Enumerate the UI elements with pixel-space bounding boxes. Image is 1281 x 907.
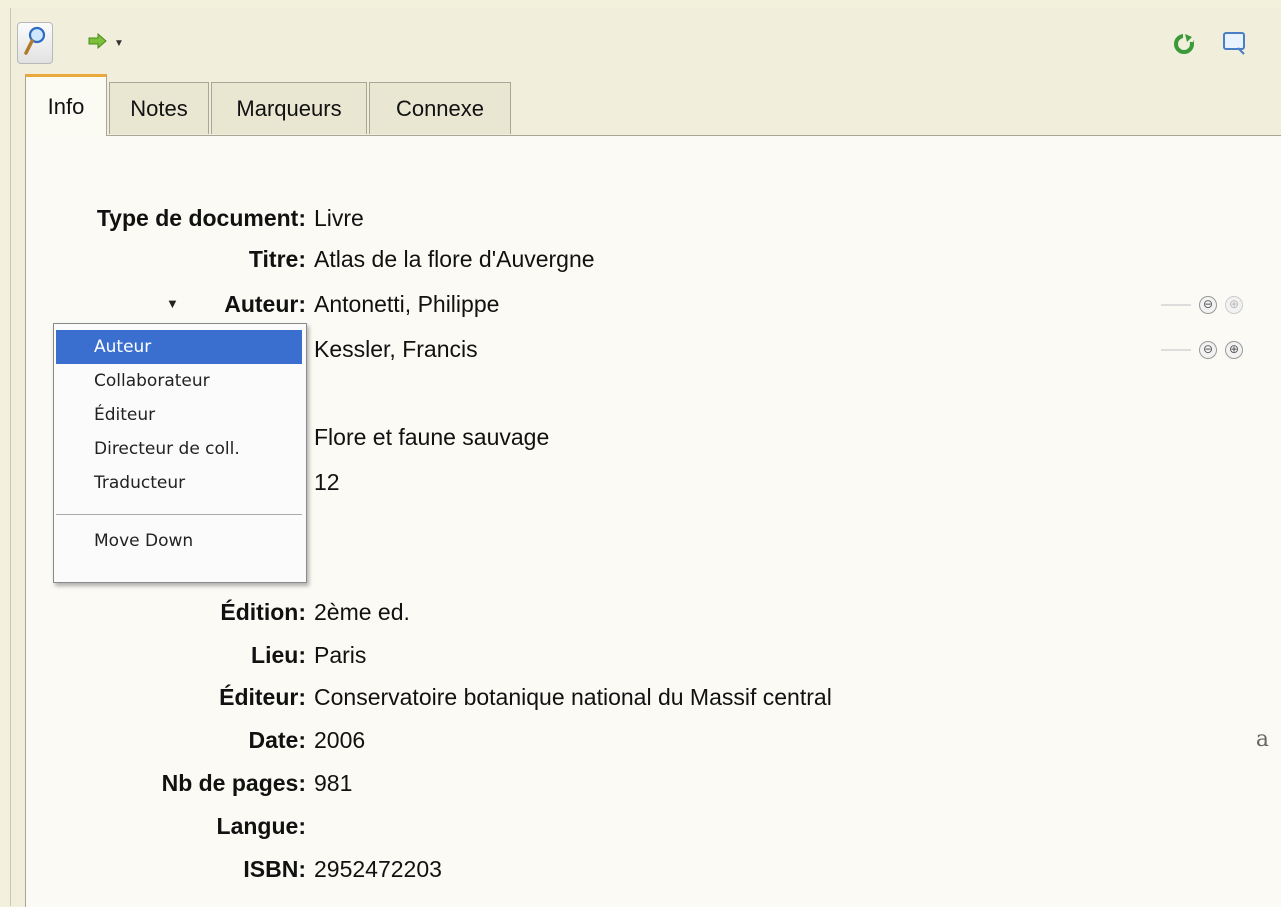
- refresh-button[interactable]: [1168, 30, 1200, 62]
- field-label: Titre:: [248, 246, 306, 272]
- add-author-button[interactable]: ⊕: [1225, 341, 1243, 359]
- menu-item-move-down[interactable]: Move Down: [56, 524, 302, 558]
- field-row-author-1: ▼ Auteur: Antonetti, Philippe ⊖ ⊕: [26, 284, 1281, 324]
- go-button[interactable]: ▼: [81, 30, 131, 56]
- search-button[interactable]: [17, 22, 53, 64]
- divider: [1161, 349, 1191, 351]
- divider: [1161, 304, 1191, 306]
- green-refresh-icon: [1173, 32, 1195, 60]
- field-label: Nb de pages:: [161, 770, 306, 796]
- field-label: Éditeur:: [219, 684, 306, 710]
- field-label: Édition:: [220, 599, 306, 625]
- remove-author-button[interactable]: ⊖: [1199, 341, 1217, 359]
- screen-icon: [1222, 30, 1248, 61]
- field-value-series-number[interactable]: 12: [314, 462, 340, 502]
- magnifier-icon: [23, 26, 47, 61]
- tab-notes[interactable]: Notes: [109, 82, 209, 134]
- field-value-isbn[interactable]: 2952472203: [314, 849, 442, 889]
- tab-info[interactable]: Info: [25, 74, 107, 136]
- field-value-series[interactable]: Flore et faune sauvage: [314, 417, 549, 457]
- author-1-buttons: ⊖ ⊕: [1161, 296, 1243, 314]
- add-author-button[interactable]: ⊕: [1225, 296, 1243, 314]
- date-format-icon[interactable]: a: [1256, 720, 1269, 760]
- field-value-date[interactable]: 2006: [314, 720, 365, 760]
- tab-connexe[interactable]: Connexe: [369, 82, 511, 134]
- field-value-edition[interactable]: 2ème ed.: [314, 592, 410, 632]
- field-value-title[interactable]: Atlas de la flore d'Auvergne: [314, 239, 595, 279]
- green-arrow-icon: [88, 32, 108, 54]
- field-row-date: Date: 2006 a: [26, 720, 1281, 760]
- screen-button[interactable]: [1217, 28, 1253, 62]
- field-label: Lieu:: [251, 642, 306, 668]
- field-label: Date:: [248, 727, 306, 753]
- field-label: ISBN:: [243, 856, 306, 882]
- app-window: ▼ Info Notes Marqueurs Connexe Type de d…: [10, 8, 1281, 907]
- chevron-down-icon: ▼: [114, 37, 124, 49]
- field-value-pages[interactable]: 981: [314, 763, 352, 803]
- menu-item-directeur[interactable]: Directeur de coll.: [56, 432, 302, 466]
- creator-type-menu: Auteur Collaborateur Éditeur Directeur d…: [53, 323, 307, 583]
- remove-author-button[interactable]: ⊖: [1199, 296, 1217, 314]
- tab-marqueurs[interactable]: Marqueurs: [211, 82, 367, 134]
- field-label: Langue:: [216, 813, 306, 839]
- author-2-buttons: ⊖ ⊕: [1161, 341, 1243, 359]
- menu-item-collaborateur[interactable]: Collaborateur: [56, 364, 302, 398]
- field-value-author-1[interactable]: Antonetti, Philippe: [314, 284, 499, 324]
- menu-item-auteur[interactable]: Auteur: [56, 330, 302, 364]
- field-value-publisher[interactable]: Conservatoire botanique national du Mass…: [314, 677, 832, 717]
- field-value-author-2[interactable]: Kessler, Francis: [314, 329, 478, 369]
- toolbar: ▼: [11, 8, 1281, 76]
- field-label: Type de document:: [96, 205, 306, 231]
- field-label[interactable]: Auteur:: [26, 284, 306, 324]
- menu-item-editeur[interactable]: Éditeur: [56, 398, 302, 432]
- menu-item-traducteur[interactable]: Traducteur: [56, 466, 302, 500]
- field-value-place[interactable]: Paris: [314, 635, 366, 675]
- field-value-type[interactable]: Livre: [314, 198, 364, 238]
- menu-separator: [56, 514, 302, 515]
